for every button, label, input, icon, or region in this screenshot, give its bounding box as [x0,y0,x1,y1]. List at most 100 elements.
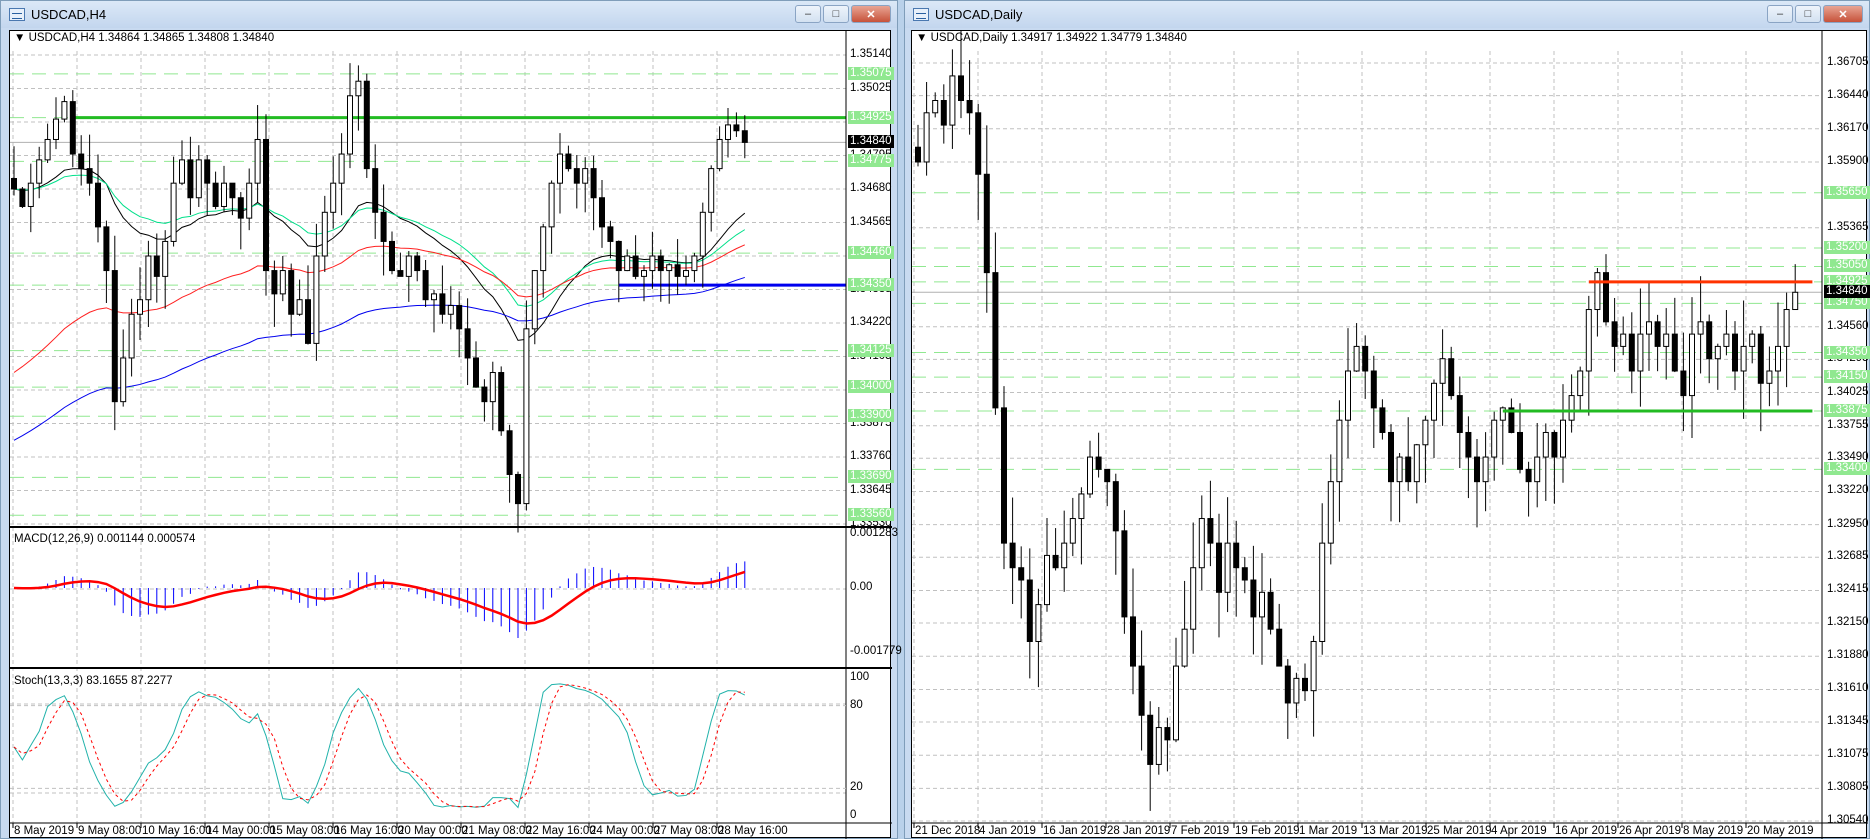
bear-candle [573,168,580,184]
price-axis-label: 1.36440 [1827,88,1869,101]
minimize-button[interactable]: – [795,5,821,23]
bull-candle [582,168,589,184]
daily-chart-canvas [912,31,1868,839]
bull-candle [523,328,530,505]
time-axis-label: 16 Apr 2019 [1555,825,1618,837]
bear-candle [1104,468,1111,483]
bear-candle [78,153,85,170]
stoch-axis-label: 20 [850,781,863,794]
bull-candle [548,182,555,228]
bear-candle [153,255,160,277]
bear-candle [237,197,244,219]
bear-candle [1130,616,1136,667]
bull-candle [1087,456,1093,495]
bull-candle [36,159,43,184]
bull-candle [1439,358,1446,384]
close-button[interactable]: ✕ [1823,5,1863,23]
minimize-button[interactable]: – [1767,5,1793,23]
bull-candle [1740,345,1747,372]
bull-candle [1431,382,1437,421]
h4-chart-window[interactable]: USDCAD,H4 – □ ✕ ▼ USDCAD,H4 1.34864 1.3486… [0,0,902,839]
price-axis-label: 1.33755 [1827,418,1869,431]
bull-candle [716,138,723,170]
title-bar[interactable]: USDCAD,H4 – □ ✕ [1,1,897,28]
price-axis-label: 1.34560 [1827,319,1869,332]
time-axis-label: 8 May 2019 [1683,825,1744,837]
close-button[interactable]: ✕ [851,5,891,23]
bear-candle [271,270,278,295]
title-bar[interactable]: USDCAD,Daily – □ ✕ [905,1,1869,28]
time-axis-label: 16 May 16:00 [334,825,404,837]
price-axis-label: 1.32685 [1827,550,1869,563]
bear-candle [565,153,572,170]
bear-candle [69,101,76,155]
macd-axis-label: 0.001283 [850,527,898,539]
level-price-label: 1.34750 [1824,296,1870,310]
bull-candle [1568,395,1575,421]
bear-candle [1671,333,1678,372]
bear-candle [607,226,614,242]
stoch-axis-label: 80 [850,698,863,711]
bull-candle [1766,370,1773,384]
bear-candle [1603,272,1609,323]
bear-candle [958,75,964,102]
current-price-label: 1.34840 [848,135,894,149]
bull-candle [1173,665,1179,741]
bull-candle [708,168,715,213]
bear-candle [1276,628,1283,667]
time-axis-label: 22 May 16:00 [526,825,596,837]
bull-candle [1749,333,1756,347]
bull-candle [313,255,320,344]
bear-candle [305,299,311,344]
bear-candle [599,197,605,228]
time-axis-label: 9 May 08:00 [78,825,142,837]
bear-candle [1233,542,1240,569]
h4-chart-area[interactable]: ▼ USDCAD,H4 1.34864 1.34865 1.34808 1.34… [9,30,902,839]
bull-candle [489,372,496,403]
bull-candle [699,211,706,257]
bull-candle [27,182,34,207]
daily-chart-window[interactable]: USDCAD,Daily – □ ✕ ▼ USDCAD,Daily 1.34917 … [904,0,1870,839]
level-price-label: 1.35050 [1824,259,1870,273]
price-axis-label: 1.32150 [1827,616,1869,629]
bull-candle [540,226,547,272]
maximize-button[interactable]: □ [823,5,849,23]
bull-candle [557,153,563,184]
daily-chart-area[interactable]: ▼ USDCAD,Daily 1.34917 1.34922 1.34779 1… [911,30,1870,839]
bull-candle [1783,309,1790,347]
bear-candle [389,240,395,272]
bear-candle [1388,431,1394,483]
time-axis-label: 15 May 08:00 [270,825,340,837]
bear-candle [615,240,622,272]
bear-candle [1379,407,1386,433]
level-price-label: 1.33690 [848,470,894,484]
bull-candle [330,182,337,213]
bear-candle [422,270,429,301]
bull-candle [1396,456,1403,483]
bull-candle [279,270,286,295]
bear-candle [1680,370,1687,397]
time-axis-label: 4 Jan 2019 [979,825,1036,837]
bear-candle [1551,431,1558,458]
bull-candle [1792,291,1799,311]
current-price-label: 1.34840 [1824,285,1870,299]
bear-candle [741,130,748,143]
symbol-ohlc: USDCAD,H4 1.34864 1.34865 1.34808 1.3484… [28,32,275,44]
bull-candle [1181,628,1188,667]
bull-candle [145,255,152,301]
price-axis-label: 1.34680 [850,182,892,194]
level-price-label: 1.34775 [848,154,894,168]
bull-candle [531,270,538,330]
bear-candle [1001,407,1007,544]
price-axis-label: 1.30540 [1827,814,1869,826]
price-axis-label: 1.34220 [850,316,892,328]
bull-candle [1697,321,1704,335]
time-axis-label: 19 Feb 2019 [1235,825,1300,837]
bear-candle [456,305,463,330]
bear-candle [1302,677,1308,692]
bull-candle [1327,481,1334,544]
bull-candle [61,101,68,120]
bull-candle [666,264,673,272]
window-title: USDCAD,H4 [31,7,107,22]
maximize-button[interactable]: □ [1795,5,1821,23]
